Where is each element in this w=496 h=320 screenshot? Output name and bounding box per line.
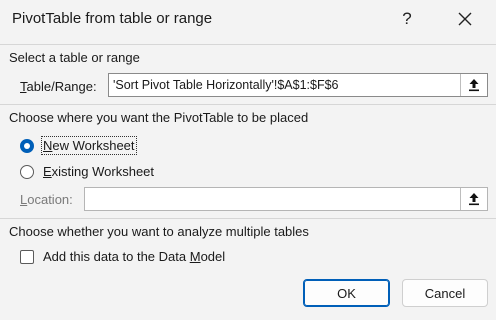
location-label: Location: xyxy=(20,192,73,207)
help-button[interactable]: ? xyxy=(392,6,422,32)
new-worksheet-label[interactable]: New Worksheet xyxy=(41,136,137,155)
table-range-field[interactable]: 'Sort Pivot Table Horizontally'!$A$1:$F$… xyxy=(108,73,488,97)
section-separator-2 xyxy=(0,218,496,219)
range-collapse-button[interactable] xyxy=(460,74,487,96)
data-model-option[interactable]: Add this data to the Data Model xyxy=(20,249,225,264)
ok-button[interactable]: OK xyxy=(303,279,390,307)
close-button[interactable] xyxy=(450,6,480,32)
collapse-dialog-icon xyxy=(469,193,479,206)
section-separator-1 xyxy=(0,104,496,105)
multiple-tables-heading: Choose whether you want to analyze multi… xyxy=(9,224,309,239)
new-worksheet-radio[interactable] xyxy=(20,138,34,153)
cancel-button[interactable]: Cancel xyxy=(402,279,488,307)
table-range-label: Table/Range: xyxy=(20,79,97,94)
location-field[interactable] xyxy=(84,187,488,211)
new-worksheet-option[interactable]: New Worksheet xyxy=(20,136,137,155)
dialog-title: PivotTable from table or range xyxy=(12,10,213,27)
collapse-dialog-icon xyxy=(469,79,479,92)
existing-worksheet-label[interactable]: Existing Worksheet xyxy=(43,164,154,179)
placement-heading: Choose where you want the PivotTable to … xyxy=(9,110,309,125)
help-icon: ? xyxy=(402,9,412,28)
title-separator xyxy=(0,44,496,45)
existing-worksheet-option[interactable]: Existing Worksheet xyxy=(20,164,154,179)
table-range-input[interactable]: 'Sort Pivot Table Horizontally'!$A$1:$F$… xyxy=(109,78,460,92)
existing-worksheet-radio[interactable] xyxy=(20,164,34,179)
close-icon xyxy=(458,12,472,26)
data-model-label[interactable]: Add this data to the Data Model xyxy=(43,249,225,264)
select-range-heading: Select a table or range xyxy=(9,50,140,65)
data-model-checkbox[interactable] xyxy=(20,249,34,264)
location-collapse-button[interactable] xyxy=(460,188,487,210)
